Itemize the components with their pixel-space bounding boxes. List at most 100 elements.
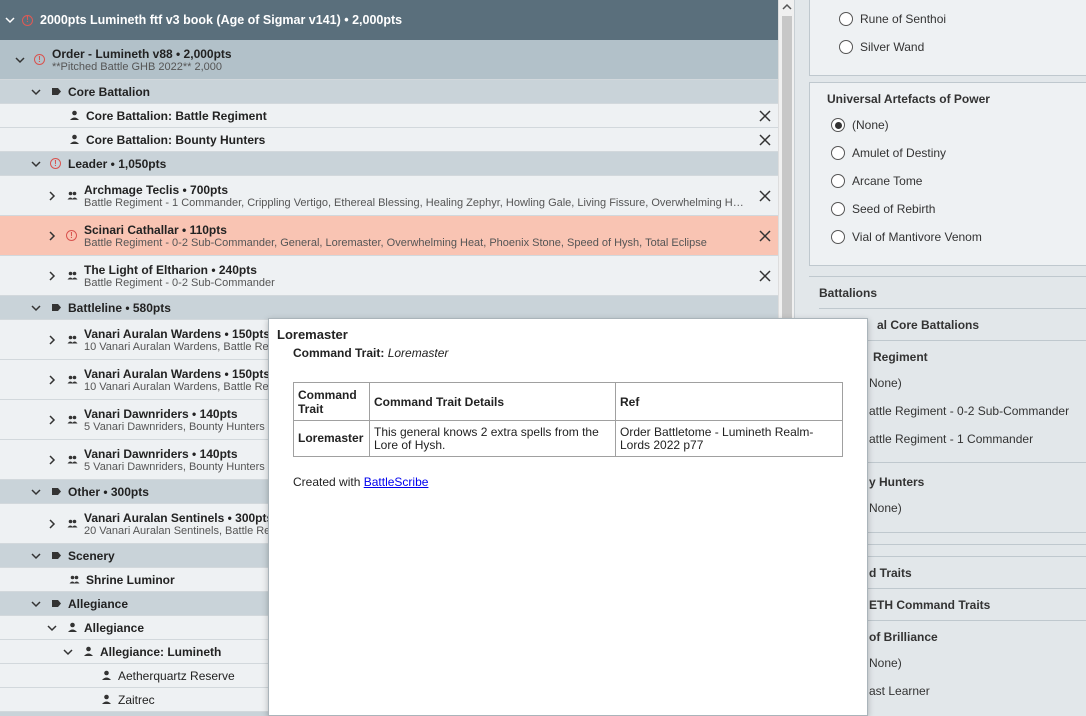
warning-icon: ! xyxy=(66,230,77,241)
unit-label: Scinari Cathallar • 110pts xyxy=(84,222,227,237)
unit-label: Vanari Dawnriders • 140pts xyxy=(84,446,238,461)
radio-amulet-of-destiny[interactable]: Amulet of Destiny xyxy=(831,146,946,160)
radio-seed-of-rebirth[interactable]: Seed of Rebirth xyxy=(831,202,935,216)
radio-none[interactable]: (None) xyxy=(831,118,889,132)
chevron-down-icon[interactable] xyxy=(30,158,42,170)
radio-option[interactable]: None) xyxy=(869,656,902,670)
chevron-right-icon[interactable] xyxy=(46,334,58,346)
chevron-right-icon[interactable] xyxy=(46,518,58,530)
force-row[interactable]: ! Order - Lumineth v88 • 2,000pts **Pitc… xyxy=(0,40,778,80)
group-icon xyxy=(66,518,78,530)
scroll-up-icon[interactable] xyxy=(782,2,792,12)
radio-option[interactable]: attle Regiment - 0-2 Sub-Commander xyxy=(869,404,1069,418)
force-subtitle: **Pitched Battle GHB 2022** 2,000 xyxy=(52,60,223,73)
unit-details: 20 Vanari Auralan Sentinels, Battle Reg xyxy=(84,524,277,537)
popup-title: Loremaster xyxy=(277,327,348,342)
radio-rune-of-senthoi[interactable]: Rune of Senthoi xyxy=(839,12,946,26)
chevron-down-icon[interactable] xyxy=(30,486,42,498)
tag-icon xyxy=(50,86,62,98)
unit-label: Vanari Auralan Wardens • 150pts xyxy=(84,326,271,341)
chevron-right-icon[interactable] xyxy=(46,270,58,282)
tag-icon xyxy=(50,302,62,314)
radio-option[interactable]: None) xyxy=(869,376,902,390)
table-row: Loremaster This general knows 2 extra sp… xyxy=(293,420,843,457)
category-label: Scenery xyxy=(68,548,115,563)
unit-details: Battle Regiment - 0-2 Sub-Commander, Gen… xyxy=(84,236,707,249)
table-cell: Loremaster xyxy=(293,420,370,457)
created-with-line: Created with BattleScribe xyxy=(293,475,428,489)
group-icon xyxy=(66,190,78,202)
selection-label: Zaitrec xyxy=(118,692,155,707)
table-header: Ref xyxy=(615,382,843,421)
unit-details: 5 Vanari Dawnriders, Bounty Hunters - 2 xyxy=(84,460,281,473)
unit-row[interactable]: Archmage Teclis • 700pts Battle Regiment… xyxy=(0,176,778,216)
table-cell: This general knows 2 extra spells from t… xyxy=(369,420,616,457)
divider xyxy=(819,308,1086,309)
unit-label: Vanari Auralan Sentinels • 300pts xyxy=(84,510,274,525)
group-icon xyxy=(66,334,78,346)
category-core-battalion[interactable]: Core Battalion xyxy=(0,80,778,104)
group-icon xyxy=(66,454,78,466)
chevron-down-icon[interactable] xyxy=(4,14,16,26)
chevron-right-icon[interactable] xyxy=(46,374,58,386)
radio-option[interactable]: None) xyxy=(869,501,902,515)
unit-label: Shrine Luminor xyxy=(86,572,175,587)
remove-icon[interactable] xyxy=(758,109,772,123)
section-title: Battalions xyxy=(819,286,878,300)
section-title: d Traits xyxy=(869,566,912,580)
person-icon xyxy=(82,646,94,658)
command-trait-table: Command Trait Command Trait Details Ref … xyxy=(293,382,843,457)
chevron-down-icon[interactable] xyxy=(46,622,58,634)
chevron-down-icon[interactable] xyxy=(30,598,42,610)
radio-silver-wand[interactable]: Silver Wand xyxy=(839,40,924,54)
chevron-right-icon[interactable] xyxy=(46,190,58,202)
unit-row-error[interactable]: ! Scinari Cathallar • 110pts Battle Regi… xyxy=(0,216,778,256)
selection-label: Allegiance xyxy=(84,620,145,635)
remove-icon[interactable] xyxy=(758,229,772,243)
category-label: Allegiance xyxy=(68,596,129,611)
unit-details: Battle Regiment - 1 Commander, Crippling… xyxy=(84,196,744,209)
unit-row[interactable]: The Light of Eltharion • 240pts Battle R… xyxy=(0,256,778,296)
warning-icon: ! xyxy=(22,14,33,26)
chevron-right-icon[interactable] xyxy=(46,454,58,466)
category-leader[interactable]: ! Leader • 1,050pts xyxy=(0,152,778,176)
selection-label: Core Battalion: Battle Regiment xyxy=(86,108,267,123)
section-title: Universal Artefacts of Power xyxy=(827,92,990,106)
roster-header[interactable]: ! 2000pts Lumineth ftf v3 book (Age of S… xyxy=(0,0,778,40)
group-icon xyxy=(66,270,78,282)
remove-icon[interactable] xyxy=(758,269,772,283)
tag-icon xyxy=(50,486,62,498)
divider xyxy=(809,276,1086,277)
chevron-down-icon[interactable] xyxy=(30,86,42,98)
unit-label: Archmage Teclis • 700pts xyxy=(84,182,229,197)
radio-arcane-tome[interactable]: Arcane Tome xyxy=(831,174,922,188)
chevron-right-icon[interactable] xyxy=(46,230,58,242)
chevron-down-icon[interactable] xyxy=(62,646,74,658)
selection-row[interactable]: Core Battalion: Bounty Hunters xyxy=(0,128,778,152)
table-header: Command Trait xyxy=(293,382,370,421)
remove-icon[interactable] xyxy=(758,189,772,203)
radio-option[interactable]: ast Learner xyxy=(869,684,930,698)
group-icon xyxy=(66,374,78,386)
command-trait-value: Loremaster xyxy=(387,346,449,360)
person-icon xyxy=(68,134,80,146)
chevron-down-icon[interactable] xyxy=(30,550,42,562)
radio-option[interactable]: attle Regiment - 1 Commander xyxy=(869,432,1033,446)
group-icon xyxy=(68,574,80,586)
section-title: al Core Battalions xyxy=(877,318,980,332)
category-label: Other • 300pts xyxy=(68,484,149,499)
group-icon xyxy=(66,414,78,426)
chevron-right-icon[interactable] xyxy=(46,414,58,426)
chevron-down-icon[interactable] xyxy=(14,54,26,66)
radio-vial-of-mantivore-venom[interactable]: Vial of Mantivore Venom xyxy=(831,230,982,244)
battlescribe-link[interactable]: BattleScribe xyxy=(364,475,429,489)
category-battleline[interactable]: Battleline • 580pts xyxy=(0,296,778,320)
warning-icon: ! xyxy=(34,54,45,65)
selection-row[interactable]: Core Battalion: Battle Regiment xyxy=(0,104,778,128)
person-icon xyxy=(68,110,80,122)
section-title: y Hunters xyxy=(869,475,925,489)
chevron-down-icon[interactable] xyxy=(30,302,42,314)
person-icon xyxy=(66,622,78,634)
remove-icon[interactable] xyxy=(758,133,772,147)
table-header: Command Trait Details xyxy=(369,382,616,421)
